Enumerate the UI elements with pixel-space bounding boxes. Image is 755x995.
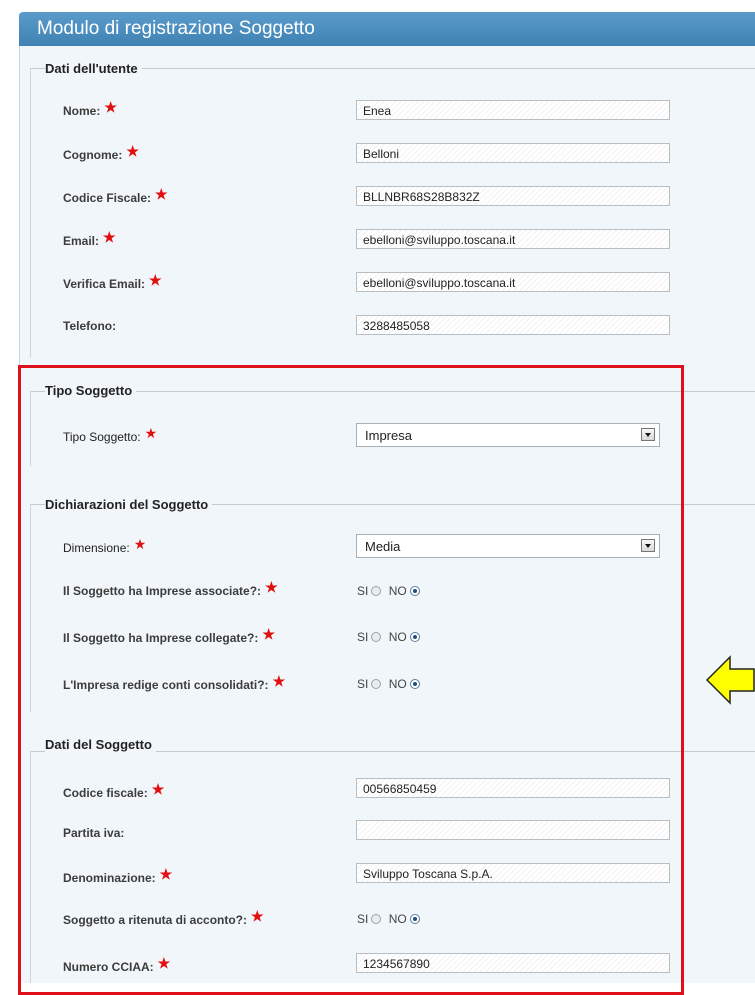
form-header: Modulo di registrazione Soggetto [19, 12, 755, 46]
fieldset-border-left [30, 68, 31, 358]
codice-fiscale-field[interactable]: BLLNBR68S28B832Z [356, 186, 670, 206]
required-star-icon: ★ [155, 186, 168, 202]
label-verifica-email: Verifica Email: ★ [63, 272, 162, 291]
required-star-icon: ★ [104, 99, 117, 115]
label-cognome: Cognome: ★ [63, 143, 139, 162]
highlight-box [18, 365, 684, 995]
nome-field[interactable]: Enea [356, 100, 670, 120]
label-codice-fiscale: Codice Fiscale: ★ [63, 186, 168, 205]
left-arrow-icon [706, 655, 755, 705]
telefono-field[interactable]: 3288485058 [356, 315, 670, 335]
required-star-icon: ★ [149, 272, 162, 288]
cognome-field[interactable]: Belloni [356, 143, 670, 163]
verifica-email-field[interactable]: ebelloni@sviluppo.toscana.it [356, 272, 670, 292]
required-star-icon: ★ [126, 143, 139, 159]
page-title: Modulo di registrazione Soggetto [37, 18, 315, 39]
label-telefono: Telefono: [63, 319, 117, 333]
fieldset-legend-utente: Dati dell'utente [45, 61, 142, 76]
label-email: Email: ★ [63, 229, 116, 248]
label-nome: Nome: ★ [63, 99, 117, 118]
required-star-icon: ★ [103, 229, 116, 245]
email-field[interactable]: ebelloni@sviluppo.toscana.it [356, 229, 670, 249]
